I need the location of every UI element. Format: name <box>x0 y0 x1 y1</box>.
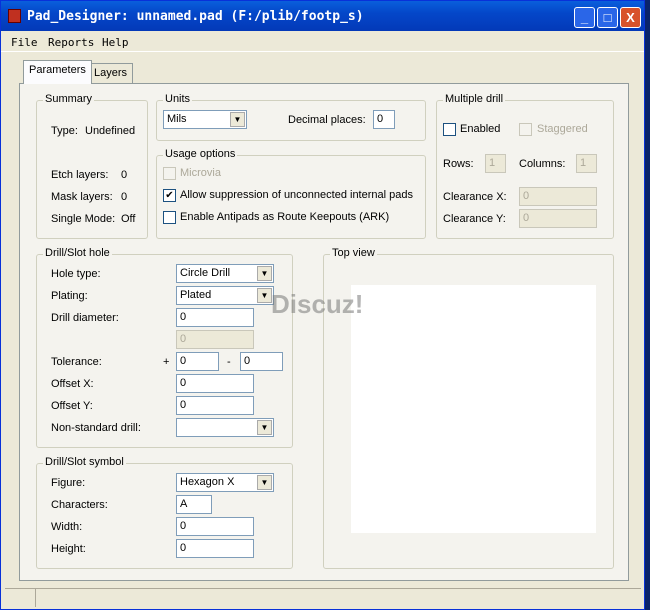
window-title: Pad_Designer: unnamed.pad (F:/plib/footp… <box>27 9 364 24</box>
app-icon <box>8 9 21 23</box>
tolerance-minus-sign: - <box>227 356 231 368</box>
figure-select[interactable]: Hexagon X ▼ <box>176 473 274 492</box>
offset-x-label: Offset X: <box>51 378 94 390</box>
menu-bar: File Reports Help <box>1 32 644 52</box>
offset-y-input[interactable]: 0 <box>176 396 254 415</box>
clearance-y-label: Clearance Y: <box>443 213 506 225</box>
close-button[interactable]: X <box>620 7 641 28</box>
tolerance-label: Tolerance: <box>51 356 102 368</box>
tolerance-minus-input[interactable]: 0 <box>240 352 283 371</box>
tab-parameters[interactable]: Parameters <box>23 60 92 84</box>
antipads-label: Enable Antipads as Route Keepouts (ARK) <box>180 211 390 223</box>
characters-label: Characters: <box>51 499 108 511</box>
hole-type-value: Circle Drill <box>180 267 231 279</box>
microvia-label: Microvia <box>180 167 221 179</box>
columns-input[interactable]: 1 <box>576 154 597 173</box>
height-input[interactable]: 0 <box>176 539 254 558</box>
hole-type-label: Hole type: <box>51 268 101 280</box>
chevron-down-icon: ▼ <box>230 112 245 127</box>
staggered-checkbox[interactable] <box>519 123 532 136</box>
clearance-y-input[interactable]: 0 <box>519 209 597 228</box>
height-label: Height: <box>51 543 86 555</box>
units-value: Mils <box>167 113 187 125</box>
units-select[interactable]: Mils ▼ <box>163 110 247 129</box>
figure-value: Hexagon X <box>180 476 235 488</box>
figure-label: Figure: <box>51 477 86 489</box>
chevron-down-icon: ▼ <box>257 475 272 490</box>
multiple-drill-label: Multiple drill <box>443 93 506 105</box>
allow-suppression-label: Allow suppression of unconnected interna… <box>180 189 413 201</box>
tolerance-plus-sign: + <box>163 356 170 368</box>
units-label: Units <box>163 93 193 105</box>
watermark: Discuz! <box>271 289 364 319</box>
etch-layers-value: 0 <box>121 169 128 181</box>
microvia-checkbox[interactable] <box>163 167 176 180</box>
status-bar <box>5 588 641 607</box>
enabled-checkbox[interactable] <box>443 123 456 136</box>
plating-select[interactable]: Plated ▼ <box>176 286 274 305</box>
staggered-label: Staggered <box>537 123 588 135</box>
mask-layers-label: Mask layers: <box>51 191 113 203</box>
chevron-down-icon: ▼ <box>257 288 272 303</box>
single-mode-value: Off <box>121 213 136 225</box>
menu-file[interactable]: File <box>11 36 38 49</box>
chevron-down-icon: ▼ <box>257 266 272 281</box>
characters-input[interactable]: A <box>176 495 212 514</box>
tolerance-plus-input[interactable]: 0 <box>176 352 219 371</box>
pad-designer-window: Pad_Designer: unnamed.pad (F:/plib/footp… <box>0 0 645 610</box>
title-bar[interactable]: Pad_Designer: unnamed.pad (F:/plib/footp… <box>1 1 644 31</box>
minimize-button[interactable]: _ <box>574 7 595 28</box>
width-input[interactable]: 0 <box>176 517 254 536</box>
width-label: Width: <box>51 521 83 533</box>
usage-options-label: Usage options <box>163 148 238 160</box>
drill-diameter-label: Drill diameter: <box>51 312 119 324</box>
type-value: Undefined <box>85 125 136 137</box>
mask-layers-value: 0 <box>121 191 128 203</box>
tab-layers[interactable]: Layers <box>88 63 134 84</box>
drill-slot-hole-label: Drill/Slot hole <box>43 247 112 259</box>
offset-x-input[interactable]: 0 <box>176 374 254 393</box>
plating-label: Plating: <box>51 290 88 302</box>
columns-label: Columns: <box>519 158 566 170</box>
rows-label: Rows: <box>443 158 474 170</box>
non-standard-drill-select[interactable]: ▼ <box>176 418 274 437</box>
clearance-x-label: Clearance X: <box>443 191 507 203</box>
non-standard-drill-label: Non-standard drill: <box>51 422 141 434</box>
etch-layers-label: Etch layers: <box>51 169 109 181</box>
offset-y-label: Offset Y: <box>51 400 93 412</box>
allow-suppression-checkbox[interactable]: ✔ <box>163 189 176 202</box>
enabled-label: Enabled <box>460 123 501 135</box>
decimal-places-input[interactable]: 0 <box>373 110 395 129</box>
drill-slot-symbol-label: Drill/Slot symbol <box>43 456 126 468</box>
menu-reports[interactable]: Reports <box>48 36 94 49</box>
type-label: Type: <box>51 125 78 137</box>
clearance-x-input[interactable]: 0 <box>519 187 597 206</box>
rows-input[interactable]: 1 <box>485 154 506 173</box>
hole-type-select[interactable]: Circle Drill ▼ <box>176 264 274 283</box>
decimal-places-label: Decimal places: <box>288 114 366 126</box>
menu-help[interactable]: Help <box>102 36 129 49</box>
summary-label: Summary <box>43 93 95 105</box>
chevron-down-icon: ▼ <box>257 420 272 435</box>
top-view-canvas <box>351 285 596 533</box>
status-divider <box>35 589 36 607</box>
single-mode-label: Single Mode: <box>51 213 116 225</box>
plating-value: Plated <box>180 289 212 301</box>
antipads-checkbox[interactable] <box>163 211 176 224</box>
maximize-button[interactable]: □ <box>597 7 618 28</box>
top-view-label: Top view <box>330 247 377 259</box>
drill-diameter-input[interactable]: 0 <box>176 308 254 327</box>
drill-diameter-secondary-input[interactable]: 0 <box>176 330 254 349</box>
